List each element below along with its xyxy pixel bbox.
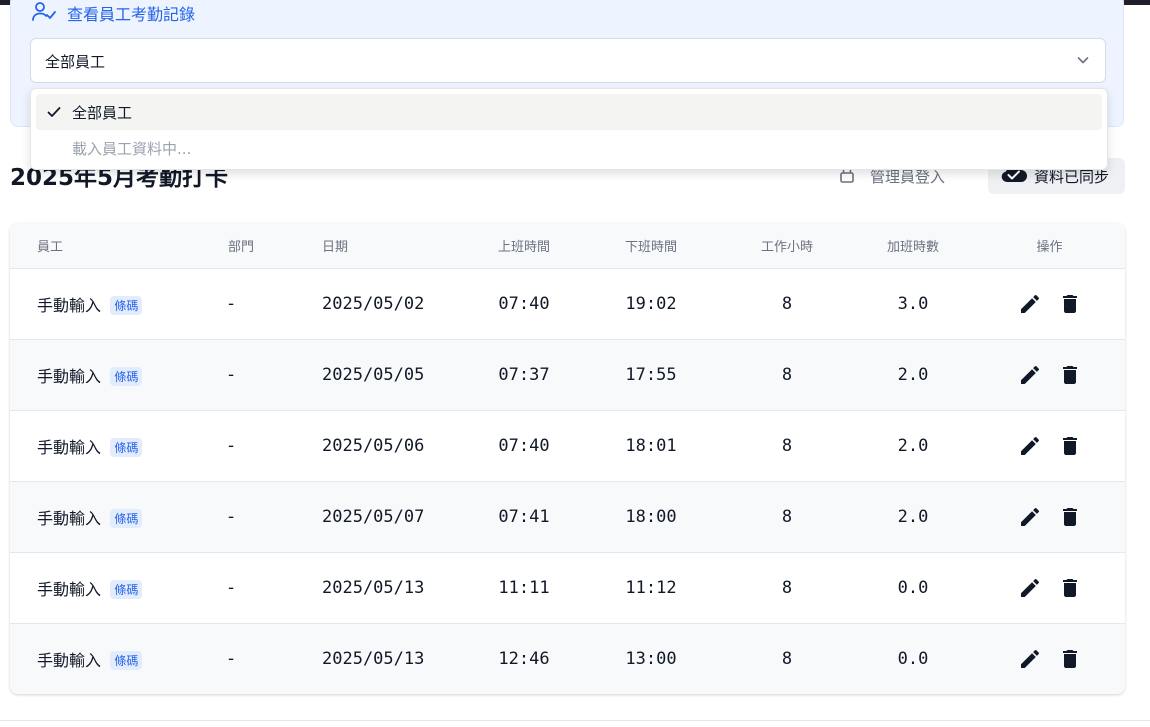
barcode-tag: 條碼 <box>110 650 143 670</box>
employee-name: 手動輸入 <box>37 650 102 670</box>
dropdown-option-label: 載入員工資料中... <box>72 139 192 158</box>
barcode-tag: 條碼 <box>110 579 143 599</box>
overtime-cell: 2.0 <box>897 506 929 527</box>
header-date: 日期 <box>322 239 349 255</box>
clock-in-cell: 07:41 <box>498 506 550 527</box>
clock-in-cell: 11:11 <box>498 577 550 598</box>
pencil-icon[interactable] <box>1018 363 1042 387</box>
panel-title: 查看員工考勤記錄 <box>67 5 196 24</box>
clock-in-cell: 07:37 <box>498 364 550 385</box>
header-clock-in: 上班時間 <box>497 239 550 255</box>
actions-cell <box>974 552 1125 623</box>
header-department: 部門 <box>228 239 255 255</box>
department-cell: - <box>228 506 235 527</box>
actions-cell <box>974 339 1125 410</box>
trash-icon[interactable] <box>1058 576 1082 600</box>
pencil-icon[interactable] <box>1018 434 1042 458</box>
attendance-table: 員工 部門 日期 上班時間 下班時間 工作小時 加班時數 操作 手動輸入 條碼 … <box>10 223 1125 694</box>
header-work-hours: 工作小時 <box>760 239 813 255</box>
trash-icon[interactable] <box>1058 505 1082 529</box>
work-hours-cell: 8 <box>781 506 793 527</box>
actions-cell <box>974 623 1125 694</box>
clock-out-cell: 17:55 <box>625 364 677 385</box>
employee-name: 手動輸入 <box>37 508 102 528</box>
select-value: 全部員工 <box>45 53 106 71</box>
date-cell: 2025/05/13 <box>322 648 425 669</box>
table-row: 手動輸入 條碼 - 2025/05/07 07:41 18:00 8 2.0 <box>10 481 1125 552</box>
date-cell: 2025/05/05 <box>322 364 425 385</box>
date-cell: 2025/05/02 <box>322 293 425 314</box>
table-row: 手動輸入 條碼 - 2025/05/13 12:46 13:00 8 0.0 <box>10 623 1125 694</box>
department-cell: - <box>228 293 235 314</box>
pencil-icon[interactable] <box>1018 576 1042 600</box>
department-cell: - <box>228 364 235 385</box>
barcode-tag: 條碼 <box>110 508 143 528</box>
clock-out-cell: 18:01 <box>625 435 677 456</box>
pencil-icon[interactable] <box>1018 292 1042 316</box>
actions-cell <box>974 481 1125 552</box>
trash-icon[interactable] <box>1058 363 1082 387</box>
clock-out-cell: 19:02 <box>625 293 677 314</box>
users-check-icon <box>31 0 57 27</box>
dropdown-option-label: 全部員工 <box>72 103 133 122</box>
employee-dropdown-menu: 全部員工 載入員工資料中... <box>30 88 1108 170</box>
header-clock-out: 下班時間 <box>624 239 677 255</box>
header-actions: 操作 <box>1036 239 1063 255</box>
employee-name: 手動輸入 <box>37 295 102 315</box>
table-row: 手動輸入 條碼 - 2025/05/02 07:40 19:02 8 3.0 <box>10 268 1125 339</box>
dropdown-option-all-employees[interactable]: 全部員工 <box>36 94 1102 130</box>
employee-name: 手動輸入 <box>37 579 102 599</box>
overtime-cell: 0.0 <box>897 648 929 669</box>
barcode-tag: 條碼 <box>110 366 143 386</box>
pencil-icon[interactable] <box>1018 505 1042 529</box>
actions-cell <box>974 268 1125 339</box>
clock-in-cell: 07:40 <box>498 435 550 456</box>
table-header-row: 員工 部門 日期 上班時間 下班時間 工作小時 加班時數 操作 <box>10 223 1125 268</box>
check-icon <box>36 104 72 120</box>
table-row: 手動輸入 條碼 - 2025/05/13 11:11 11:12 8 0.0 <box>10 552 1125 623</box>
actions-cell <box>974 410 1125 481</box>
date-cell: 2025/05/13 <box>322 577 425 598</box>
trash-icon[interactable] <box>1058 647 1082 671</box>
table-row: 手動輸入 條碼 - 2025/05/05 07:37 17:55 8 2.0 <box>10 339 1125 410</box>
dropdown-option-loading: 載入員工資料中... <box>36 130 1102 166</box>
barcode-tag: 條碼 <box>110 295 143 315</box>
employee-name: 手動輸入 <box>37 366 102 386</box>
page-divider <box>0 720 1150 721</box>
employee-select[interactable]: 全部員工 <box>30 38 1106 83</box>
clock-in-cell: 12:46 <box>498 648 550 669</box>
clock-in-cell: 07:40 <box>498 293 550 314</box>
overtime-cell: 0.0 <box>897 577 929 598</box>
work-hours-cell: 8 <box>781 293 793 314</box>
overtime-cell: 3.0 <box>897 293 929 314</box>
attendance-table-card: 員工 部門 日期 上班時間 下班時間 工作小時 加班時數 操作 手動輸入 條碼 … <box>10 223 1125 694</box>
pencil-icon[interactable] <box>1018 647 1042 671</box>
chevron-down-icon <box>1075 52 1091 72</box>
work-hours-cell: 8 <box>781 435 793 456</box>
work-hours-cell: 8 <box>781 364 793 385</box>
clock-out-cell: 13:00 <box>625 648 677 669</box>
table-row: 手動輸入 條碼 - 2025/05/06 07:40 18:01 8 2.0 <box>10 410 1125 481</box>
header-overtime: 加班時數 <box>886 239 939 255</box>
clock-out-cell: 11:12 <box>625 577 677 598</box>
work-hours-cell: 8 <box>781 648 793 669</box>
employee-name: 手動輸入 <box>37 437 102 457</box>
department-cell: - <box>228 648 235 669</box>
header-employee: 員工 <box>37 239 64 255</box>
overtime-cell: 2.0 <box>897 435 929 456</box>
work-hours-cell: 8 <box>781 577 793 598</box>
department-cell: - <box>228 577 235 598</box>
trash-icon[interactable] <box>1058 434 1082 458</box>
department-cell: - <box>228 435 235 456</box>
panel-header: 查看員工考勤記錄 <box>31 1 195 25</box>
barcode-tag: 條碼 <box>110 437 143 457</box>
date-cell: 2025/05/06 <box>322 435 425 456</box>
overtime-cell: 2.0 <box>897 364 929 385</box>
date-cell: 2025/05/07 <box>322 506 425 527</box>
clock-out-cell: 18:00 <box>625 506 677 527</box>
trash-icon[interactable] <box>1058 292 1082 316</box>
